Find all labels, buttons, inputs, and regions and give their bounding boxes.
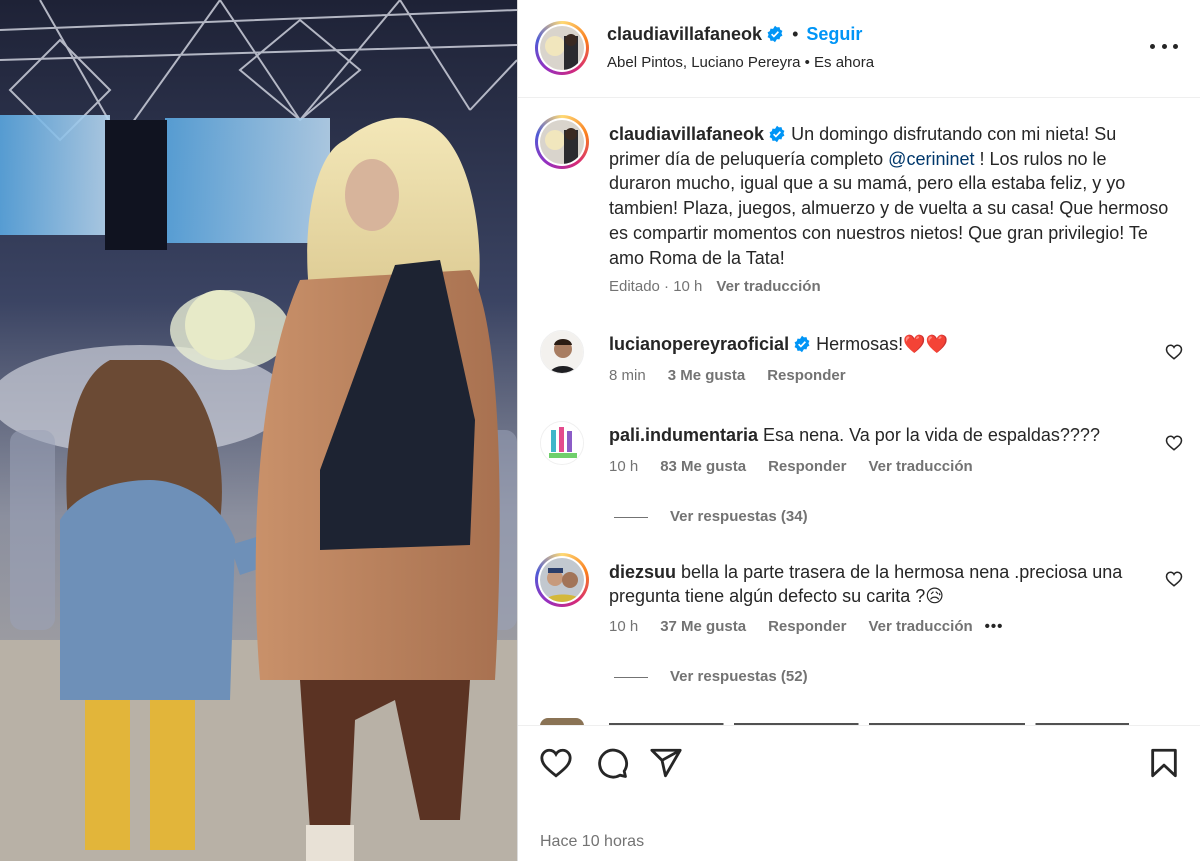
caption-translate-link[interactable]: Ver traducción	[716, 278, 820, 295]
comment-meta: 8 min 3 Me gusta Responder	[609, 367, 868, 384]
post-photo[interactable]	[0, 0, 517, 861]
comment-like-heart-icon[interactable]	[1165, 434, 1183, 452]
author-username[interactable]: claudiavillafaneok	[607, 24, 762, 44]
separator-dot: •	[792, 24, 799, 44]
post-actions: Hace 10 horas	[518, 726, 1200, 861]
caption-username[interactable]: claudiavillafaneok	[609, 124, 764, 144]
comment-avatar[interactable]	[535, 553, 589, 607]
comment-options-icon[interactable]: •••	[985, 618, 1004, 635]
comment-body: Esa nena. Va por la vida de espaldas????	[763, 425, 1100, 445]
comment-username[interactable]: diezsuu	[609, 562, 676, 582]
comment-body: Hermosas!❤️❤️	[816, 334, 948, 354]
view-replies-button[interactable]: Ver respuestas (34)	[614, 508, 808, 525]
comment-time: 10 h	[609, 458, 639, 475]
follow-button[interactable]: Seguir	[806, 24, 862, 44]
reply-button[interactable]: Responder	[767, 367, 845, 384]
post-header: claudiavillafaneok • Seguir Abel Pintos, L…	[518, 0, 1200, 98]
caption-mention-link[interactable]: @cerininet	[888, 149, 974, 169]
comment-text: diezsuu bella la parte trasera de la her…	[609, 560, 1149, 608]
comment-time: 8 min	[609, 367, 646, 384]
comment-likes-count[interactable]: 83 Me gusta	[660, 458, 746, 475]
more-options-icon[interactable]	[1150, 36, 1178, 56]
comment-avatar[interactable]	[540, 330, 584, 374]
caption-edited-time: Editado · 10 h	[609, 278, 703, 295]
comment-text: lucianopereyraoficial Hermosas!❤️❤️	[609, 332, 1149, 356]
comment-username[interactable]: lucianopereyraoficial	[609, 334, 789, 354]
author-avatar[interactable]	[535, 21, 589, 75]
comment-likes-count[interactable]: 37 Me gusta	[660, 618, 746, 635]
comment-meta: 10 h 37 Me gusta Responder Ver traducción ••…	[609, 618, 1025, 635]
reply-button[interactable]: Responder	[768, 618, 846, 635]
comment-username[interactable]: pali.indumentaria	[609, 425, 758, 445]
caption-text: claudiavillafaneok Un domingo disfrutand…	[609, 122, 1169, 270]
verified-badge-icon	[767, 25, 783, 43]
comment-likes-count[interactable]: 3 Me gusta	[668, 367, 746, 384]
post-image	[0, 0, 517, 861]
translate-button[interactable]: Ver traducción	[868, 458, 972, 475]
heart-icon[interactable]	[539, 746, 573, 780]
translate-button[interactable]: Ver traducción	[868, 618, 972, 635]
comment-time: 10 h	[609, 618, 639, 635]
comment-like-heart-icon[interactable]	[1165, 343, 1183, 361]
share-icon[interactable]	[649, 746, 683, 780]
bookmark-icon[interactable]	[1147, 746, 1181, 780]
reply-button[interactable]: Responder	[768, 458, 846, 475]
comment-like-heart-icon[interactable]	[1165, 570, 1183, 588]
header-subtitle: Abel Pintos, Luciano Pereyra • Es ahora	[607, 54, 875, 71]
comment-body: bella la parte trasera de la hermosa nen…	[609, 562, 1123, 606]
comment-text: pali.indumentaria Esa nena. Va por la vi…	[609, 423, 1149, 447]
caption-author-avatar[interactable]	[535, 115, 589, 169]
comment-meta: 10 h 83 Me gusta Responder Ver traducción	[609, 458, 995, 475]
verified-badge-icon	[794, 335, 810, 353]
view-replies-button[interactable]: Ver respuestas (52)	[614, 668, 808, 685]
caption-meta: Editado · 10 h Ver traducción	[609, 278, 821, 295]
comment-avatar[interactable]	[540, 421, 584, 465]
verified-badge-icon	[769, 125, 785, 143]
header-title-row: claudiavillafaneok • Seguir	[607, 24, 862, 45]
comment-icon[interactable]	[595, 746, 629, 780]
post-timestamp: Hace 10 horas	[540, 833, 645, 850]
post-details-panel: claudiavillafaneok • Seguir Abel Pintos, L…	[518, 0, 1200, 861]
